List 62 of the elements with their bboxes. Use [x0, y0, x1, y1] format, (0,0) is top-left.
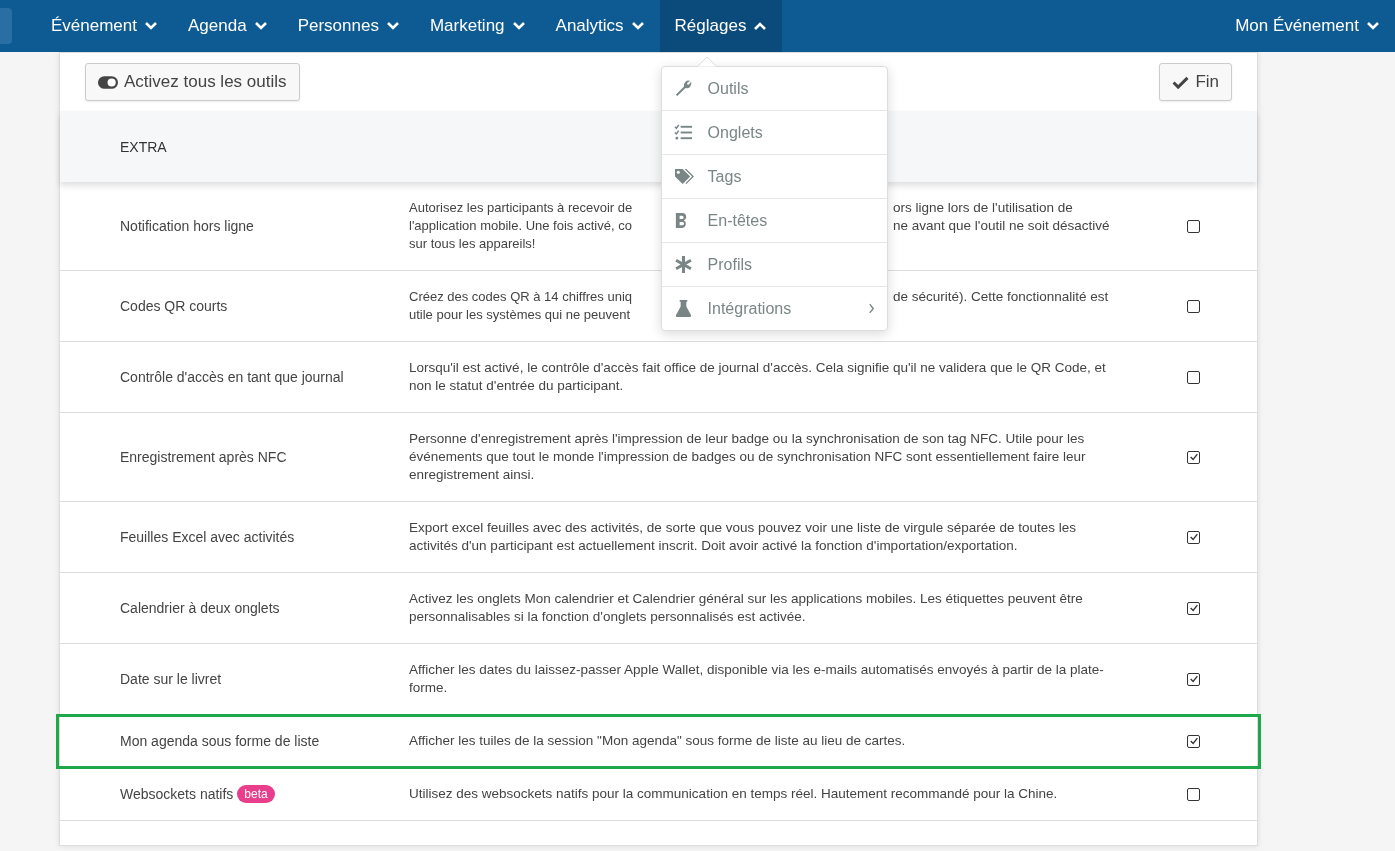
setting-name: Codes QR courts	[120, 298, 228, 314]
nav-menu-item[interactable]: Marketing	[414, 0, 541, 52]
checkbox[interactable]	[1187, 601, 1200, 615]
setting-description: Afficher les tuiles de la session "Mon agenda" sous forme de liste au lieu de cartes.	[409, 733, 906, 748]
setting-name: Calendrier à deux onglets	[120, 600, 280, 616]
nav-menu-item[interactable]: Analytics	[540, 0, 660, 52]
chevron-icon	[753, 21, 768, 31]
section-title: EXTRA	[120, 138, 167, 155]
setting-description: Afficher les dates du laissez-passer Apple Wallet, disponible via les e-mails automatisés envoyés à partir de la plate-forme.	[409, 662, 1104, 695]
chevron-icon	[144, 21, 158, 31]
description-fragment: ors ligne lors de l'utilisation de	[893, 199, 1073, 217]
search-field[interactable]	[0, 8, 12, 44]
chevron-icon	[1366, 21, 1380, 31]
setting-description: Lorsqu'il est activé, le contrôle d'accès fait office de journal d'accès. Cela signifie qu'il ne validera que le QR Code, et non le statut d'entrée du participant.	[409, 360, 1106, 393]
description-fragment: Créez des codes QR à 14 chiffres uniq	[409, 288, 633, 306]
done-button[interactable]: Fin	[1159, 63, 1232, 101]
toggle-all-button[interactable]: Activez tous les outils	[85, 63, 300, 101]
nav-menu-item[interactable]: Personnes	[282, 0, 415, 52]
checkbox[interactable]	[1187, 450, 1200, 464]
beta-badge: beta	[237, 785, 275, 803]
description-fragment: ne avant que l'outil ne soit désactivé	[893, 217, 1110, 235]
setting-name: Feuilles Excel avec activités	[120, 529, 295, 545]
bold-icon	[673, 211, 689, 230]
setting-description: Utilisez des websockets natifs pour la communication en temps réel. Hautement recommandé pour la Chine.	[409, 786, 1058, 801]
setting-description: Activez les onglets Mon calendrier et Calendrier général sur les applications mobiles. Les étiquettes peuvent être personnalisables si la fonction d'onglets personnalisés est activée.	[409, 591, 1083, 624]
description-fragment: sur tous les appareils!	[409, 235, 536, 253]
setting-name: Websockets natifs	[120, 786, 234, 802]
chevron-icon	[385, 21, 400, 31]
checkbox[interactable]	[1187, 672, 1200, 686]
checkbox[interactable]	[1187, 787, 1200, 801]
setting-name: Notification hors ligne	[120, 218, 254, 234]
tags-icon	[673, 167, 695, 186]
setting-name: Date sur le livret	[120, 671, 222, 687]
nav-menu-item[interactable]: Événement	[36, 0, 173, 52]
description-fragment: Autorisez les participants à recevoir de	[409, 199, 633, 217]
checkbox[interactable]	[1187, 299, 1200, 313]
description-fragment: utile pour les systèmes qui ne peuvent	[409, 306, 631, 324]
chevron-icon	[253, 21, 268, 31]
chevron-icon	[630, 21, 645, 31]
nav-menu-item[interactable]: Réglages	[659, 0, 783, 52]
checklist-icon	[673, 123, 693, 142]
setting-description: Personne d'enregistrement après l'impression de leur badge ou la synchronisation de son tag NFC. Utile pour les événements que tout le monde l'impression de badges ou de synchronisation NFC sont essentiellement faire leur enregistrement ainsi.	[409, 431, 1086, 482]
checkbox[interactable]	[1187, 734, 1200, 748]
chevron-icon	[511, 21, 526, 31]
checkmark-icon	[1172, 75, 1190, 89]
checkbox[interactable]	[1187, 530, 1200, 544]
setting-name: Mon agenda sous forme de liste	[120, 733, 320, 749]
checkbox[interactable]	[1187, 219, 1200, 233]
description-fragment: de sécurité). Cette fonctionnalité est	[893, 288, 1109, 306]
description-fragment: l'application mobile. Une fois activé, co	[409, 217, 632, 235]
setting-description: Export excel feuilles avec des activités, de sorte que vous pouvez voir une liste de virgule séparée de toutes les activités d'un participant est actuellement inscrit. Doit avoir activé la fonction d'importation/exportation.	[409, 520, 1077, 553]
wrench-icon	[673, 79, 693, 98]
menu-item[interactable]: Tags	[661, 154, 887, 198]
flask-icon	[673, 299, 693, 318]
event-selector[interactable]: Mon Événement	[1220, 0, 1395, 52]
setting-name: Contrôle d'accès en tant que journal	[120, 369, 344, 385]
asterisk-icon	[673, 255, 693, 274]
nav-menu-item[interactable]: Agenda	[173, 0, 283, 52]
menu-item[interactable]: Outils	[661, 67, 887, 110]
setting-name: Enregistrement après NFC	[120, 449, 287, 465]
checkbox[interactable]	[1187, 370, 1200, 384]
toggle-icon	[98, 75, 118, 89]
